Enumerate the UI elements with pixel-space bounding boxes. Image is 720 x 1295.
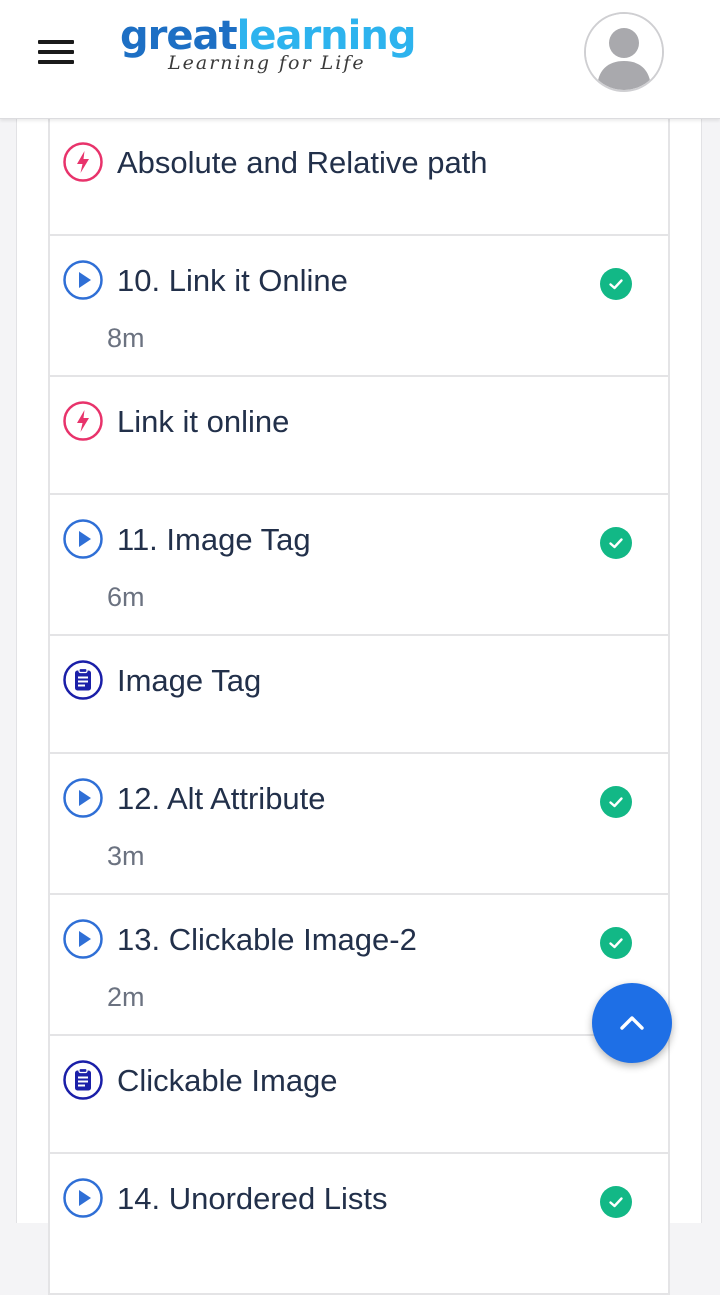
logo-tagline: Learning for Life [168, 52, 366, 74]
check-circle-icon [600, 927, 632, 959]
check-circle-icon [600, 1186, 632, 1218]
check-circle-icon [600, 268, 632, 300]
course-content-list: Absolute and Relative path 10. Link it O… [48, 118, 670, 1295]
item-title: Link it online [117, 404, 290, 439]
menu-icon[interactable] [38, 40, 74, 64]
item-duration: 2m [107, 982, 145, 1012]
item-title: Clickable Image [117, 1063, 338, 1098]
play-icon [63, 519, 103, 559]
item-duration: 8m [107, 323, 145, 353]
item-duration: 6m [107, 582, 145, 612]
lightning-icon [63, 142, 103, 182]
list-item[interactable]: Absolute and Relative path [48, 118, 670, 236]
app-header: greatlearning Learning for Life [0, 0, 720, 119]
avatar[interactable] [584, 12, 664, 92]
list-item[interactable]: 14. Unordered Lists [48, 1154, 670, 1295]
play-icon [63, 1178, 103, 1218]
greatlearning-logo[interactable]: greatlearning Learning for Life [120, 14, 430, 80]
item-title: Absolute and Relative path [117, 145, 488, 180]
list-item[interactable]: Link it online [48, 377, 670, 495]
item-title: 11. Image Tag [117, 522, 311, 557]
play-icon [63, 778, 103, 818]
list-item[interactable]: Image Tag [48, 636, 670, 754]
list-item[interactable]: 10. Link it Online 8m [48, 236, 670, 377]
list-item[interactable]: 12. Alt Attribute 3m [48, 754, 670, 895]
item-title: 12. Alt Attribute [117, 781, 326, 816]
item-title: 13. Clickable Image-2 [117, 922, 417, 957]
play-icon [63, 919, 103, 959]
chevron-up-icon [620, 1016, 644, 1030]
list-item[interactable]: 11. Image Tag 6m [48, 495, 670, 636]
clipboard-icon [63, 660, 103, 700]
clipboard-icon [63, 1060, 103, 1100]
list-item[interactable]: Clickable Image [48, 1036, 670, 1154]
list-item[interactable]: 13. Clickable Image-2 2m [48, 895, 670, 1036]
play-icon [63, 260, 103, 300]
item-title: Image Tag [117, 663, 262, 698]
scroll-to-top-button[interactable] [592, 983, 672, 1063]
check-circle-icon [600, 786, 632, 818]
item-duration: 3m [107, 841, 145, 871]
check-circle-icon [600, 527, 632, 559]
item-title: 10. Link it Online [117, 263, 348, 298]
lightning-icon [63, 401, 103, 441]
user-avatar-icon [586, 14, 662, 90]
item-title: 14. Unordered Lists [117, 1181, 388, 1216]
